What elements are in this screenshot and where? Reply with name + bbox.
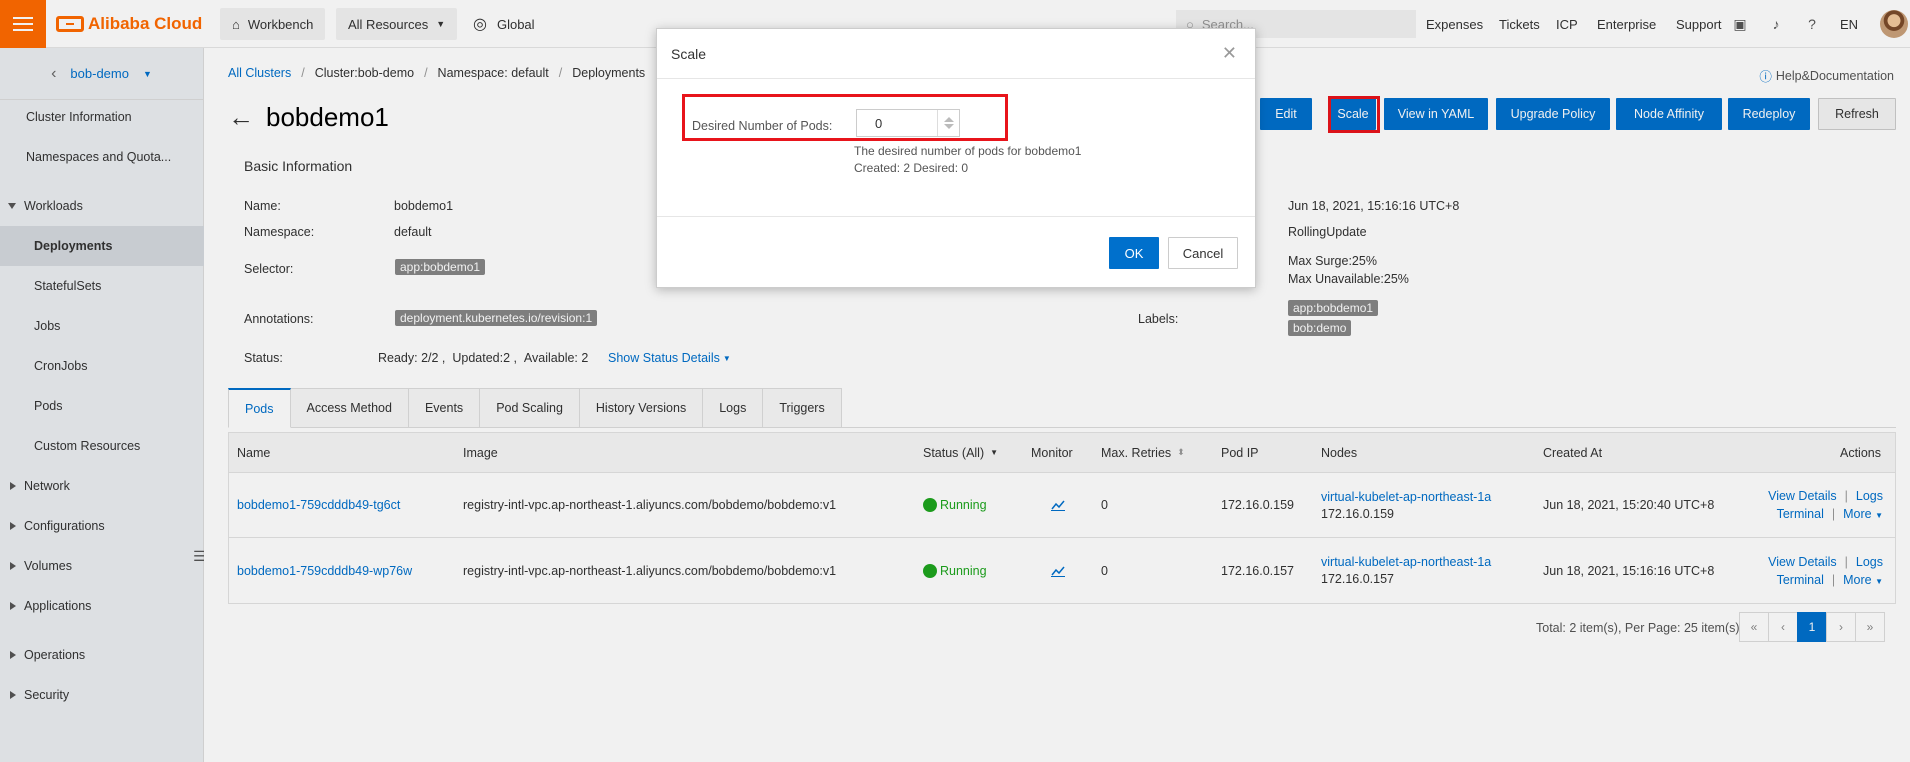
decrement-icon[interactable] [943,124,954,129]
desired-pods-label: Desired Number of Pods: [692,119,833,133]
desired-pods-input[interactable]: 0 [856,109,960,137]
desired-pods-value: 0 [875,115,883,131]
dialog-title: Scale [671,45,707,62]
dialog-footer: OK Cancel [657,216,1255,288]
desired-pods-help: The desired number of pods for bobdemo1 [854,144,1082,158]
scale-dialog: Scale ✕ Desired Number of Pods: 0 The de… [656,28,1256,288]
cancel-button[interactable]: Cancel [1168,237,1238,269]
number-stepper[interactable] [937,110,959,136]
increment-icon[interactable] [943,117,954,122]
ok-button[interactable]: OK [1109,237,1159,269]
pods-counts: Created: 2 Desired: 0 [854,161,969,175]
close-icon[interactable]: ✕ [1222,43,1237,64]
dialog-header: Scale ✕ [657,29,1255,79]
